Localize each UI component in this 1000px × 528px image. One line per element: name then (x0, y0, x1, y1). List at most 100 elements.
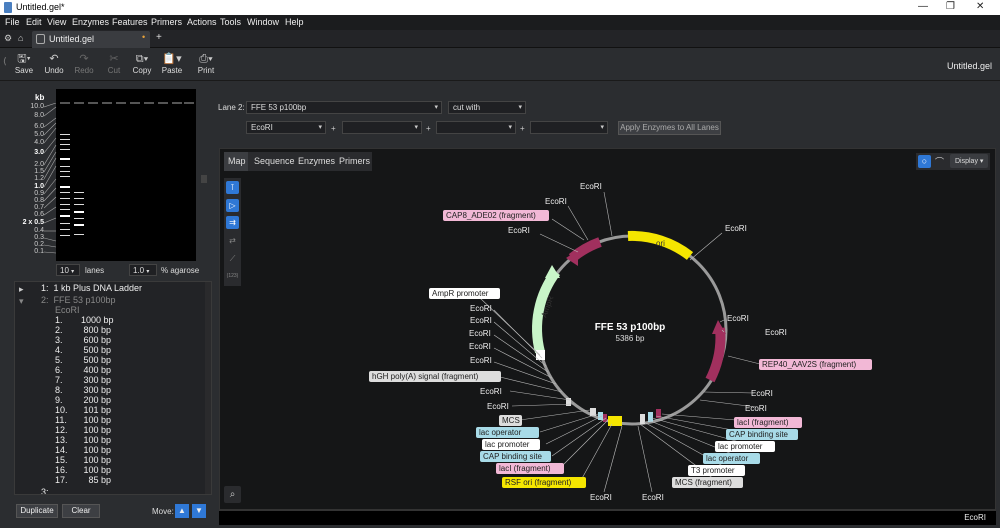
print-button[interactable]: ⎙▾ Print (191, 52, 221, 80)
menu-file[interactable]: File (5, 17, 20, 27)
menu-window[interactable]: Window (247, 17, 279, 27)
menu-features[interactable]: Features (112, 17, 148, 27)
enzyme-site-label[interactable]: EcoRI (765, 328, 787, 337)
feature-laci[interactable] (603, 414, 607, 422)
duplicate-button[interactable]: Duplicate (16, 504, 58, 518)
agarose-select[interactable]: 1.0 ▾ (129, 264, 157, 276)
fragment-size[interactable]: 800 bp (81, 325, 111, 335)
fragment-size[interactable]: 600 bp (81, 335, 111, 345)
menu-primers[interactable]: Primers (151, 17, 182, 27)
gel-image[interactable] (56, 89, 196, 261)
ampr-promoter-label[interactable]: AmpR promoter (432, 289, 489, 298)
fragment-size[interactable]: 100 bp (81, 465, 111, 475)
fragment-size[interactable]: 300 bp (81, 375, 111, 385)
move-down-button[interactable]: ▼ (192, 504, 206, 518)
home-icon[interactable]: ⌂ (18, 33, 23, 43)
gel-scroll-handle[interactable] (201, 175, 207, 183)
rsf-ori-label[interactable]: RSF ori (fragment) (505, 478, 572, 487)
enzyme-site-label[interactable]: EcoRI (469, 342, 491, 351)
cap-binding-site-label[interactable]: CAP binding site (483, 452, 543, 461)
fragment-size[interactable]: 400 bp (81, 365, 111, 375)
feature-rsf-ori[interactable] (608, 416, 622, 426)
fragment-size[interactable]: 100 bp (81, 425, 111, 435)
tree-scrollbar[interactable] (205, 282, 211, 494)
minimize-icon[interactable]: — (918, 1, 928, 12)
move-up-button[interactable]: ▲ (175, 504, 189, 518)
redo-button[interactable]: ↷ Redo (69, 52, 99, 80)
enzyme-select-3[interactable]: ▾ (436, 121, 516, 134)
enzyme-site-label[interactable]: EcoRI (469, 329, 491, 338)
fragment-size[interactable]: 100 bp (81, 415, 111, 425)
fragment-size[interactable]: 100 bp (81, 445, 111, 455)
menu-enzymes[interactable]: Enzymes (72, 17, 109, 27)
close-icon[interactable]: ✕ (976, 1, 984, 12)
enzyme-site-label[interactable]: EcoRI (487, 402, 509, 411)
feature-rep40[interactable] (705, 327, 726, 383)
maximize-icon[interactable]: ❐ (946, 1, 955, 12)
action-select[interactable]: cut with ▾ (448, 101, 526, 114)
save-button[interactable]: 🖫▾ Save (9, 52, 39, 80)
lane-tree[interactable]: ▸ 1: 1 kb Plus DNA Ladder ▾ 2: FFE 53 p1… (14, 281, 212, 495)
enzyme-select-4[interactable]: ▾ (530, 121, 608, 134)
enzyme-site-label[interactable]: EcoRI (580, 182, 602, 191)
paste-button[interactable]: 📋▾ Paste (157, 52, 187, 80)
fragment-size[interactable]: 100 bp (81, 435, 111, 445)
add-tab-button[interactable]: + (156, 32, 162, 43)
fragment-size[interactable]: 101 bp (81, 405, 111, 415)
fragment-size[interactable]: 300 bp (81, 385, 111, 395)
laci-label[interactable]: lacI (fragment) (499, 464, 551, 473)
t3-promoter-label[interactable]: T3 promoter (691, 466, 735, 475)
enzyme-site-label[interactable]: EcoRI (725, 224, 747, 233)
fragment-size[interactable]: 500 bp (81, 355, 111, 365)
lac-operator-label[interactable]: lac operator (479, 428, 522, 437)
tab-untitled-gel[interactable]: Untitled.gel • (32, 31, 150, 48)
mcs-r-label[interactable]: MCS (fragment) (675, 478, 732, 487)
lac-operator-r-label[interactable]: lac operator (706, 454, 749, 463)
mcs-label[interactable]: MCS (502, 416, 520, 425)
cap-binding-site-r-label[interactable]: CAP binding site (729, 430, 789, 439)
fragment-size[interactable]: 100 bp (81, 455, 111, 465)
clear-button[interactable]: Clear (62, 504, 100, 518)
gear-icon[interactable]: ⚙ (4, 33, 12, 44)
enzyme-site-label[interactable]: EcoRI (745, 404, 767, 413)
laci-r-label[interactable]: lacI (fragment) (737, 418, 789, 427)
fragment-size[interactable]: 200 bp (81, 395, 111, 405)
rep40-label[interactable]: REP40_AAV2S (fragment) (762, 360, 856, 369)
enzyme-select-2[interactable]: ▾ (342, 121, 422, 134)
copy-button[interactable]: ⧉▾ Copy (127, 52, 157, 80)
menu-actions[interactable]: Actions (187, 17, 217, 27)
lac-promoter-r-label[interactable]: lac promoter (718, 442, 763, 451)
enzyme-site-label[interactable]: EcoRI (508, 226, 530, 235)
enzyme-site-label[interactable]: EcoRI (545, 197, 567, 206)
enzyme-site-label[interactable]: EcoRI (470, 304, 492, 313)
feature-lac-operator[interactable] (598, 412, 603, 420)
tree-item-lane-3[interactable]: 3: (41, 487, 49, 494)
fragment-size[interactable]: 1000 bp (81, 315, 114, 325)
enzyme-select-1[interactable]: EcoRI ▾ (246, 121, 326, 134)
menu-edit[interactable]: Edit (26, 17, 42, 27)
menu-view[interactable]: View (47, 17, 66, 27)
lac-promoter-label[interactable]: lac promoter (485, 440, 530, 449)
lanes-select[interactable]: 10 ▾ (56, 264, 80, 276)
collapse-icon[interactable]: ⟨ (3, 56, 7, 67)
undo-button[interactable]: ↶ Undo (39, 52, 69, 80)
enzyme-site-label[interactable]: EcoRI (470, 316, 492, 325)
menu-help[interactable]: Help (285, 17, 304, 27)
fragment-size[interactable]: 85 bp (81, 475, 111, 485)
feature-hgh[interactable] (566, 398, 571, 406)
fragment-size[interactable]: 500 bp (81, 345, 111, 355)
cut-button[interactable]: ✂ Cut (99, 52, 129, 80)
menu-tools[interactable]: Tools (220, 17, 241, 27)
enzyme-site-label[interactable]: EcoRI (480, 387, 502, 396)
feature-t3[interactable] (640, 414, 645, 424)
hgh-label[interactable]: hGH poly(A) signal (fragment) (372, 372, 479, 381)
move-label: Move: (152, 507, 174, 516)
cap8-label[interactable]: CAP8_ADE02 (fragment) (446, 211, 536, 220)
enzyme-site-label[interactable]: EcoRI (470, 356, 492, 365)
enzyme-site-label[interactable]: EcoRI (727, 314, 749, 323)
enzyme-site-label[interactable]: EcoRI (590, 493, 612, 502)
sequence-select[interactable]: FFE 53 p100bp ▾ (246, 101, 442, 114)
enzyme-site-label[interactable]: EcoRI (751, 389, 773, 398)
enzyme-site-label[interactable]: EcoRI (642, 493, 664, 502)
apply-enzymes-button[interactable]: Apply Enzymes to All Lanes (618, 121, 721, 135)
